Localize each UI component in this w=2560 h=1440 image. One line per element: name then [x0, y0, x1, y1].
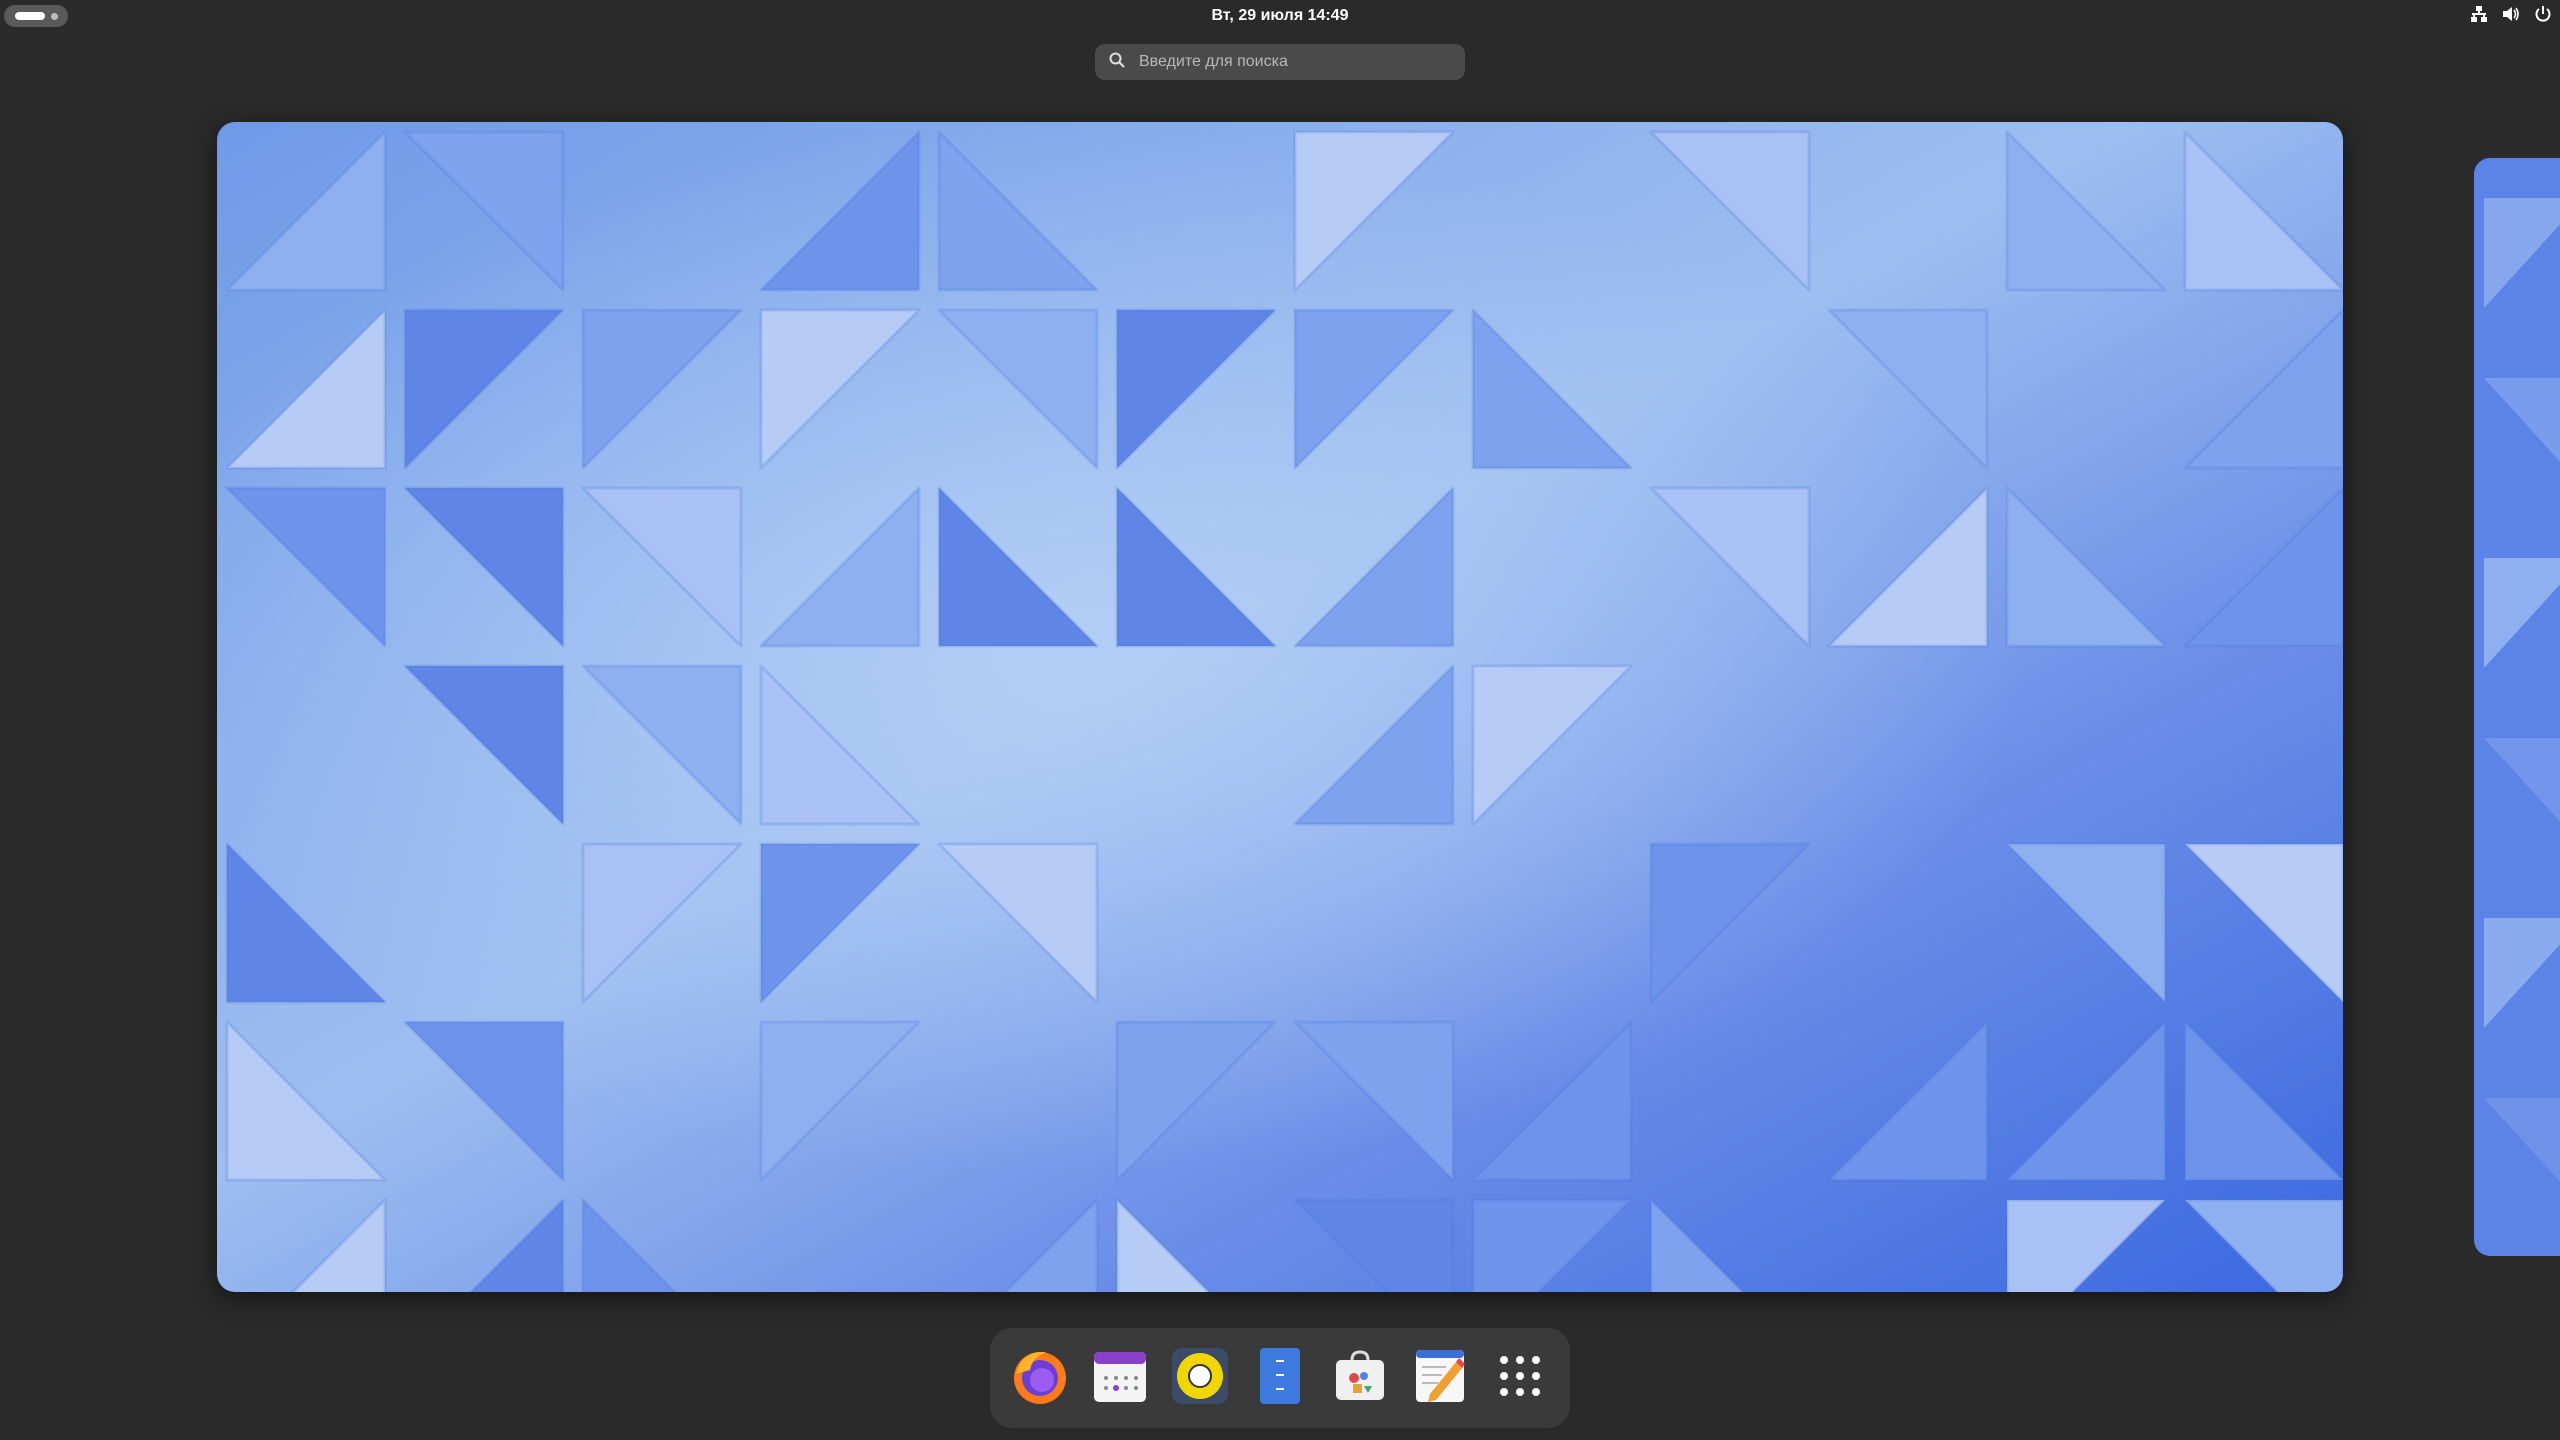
wallpaper: [217, 122, 2343, 1292]
firefox-icon: [1008, 1344, 1072, 1412]
clock[interactable]: Вт, 29 июля 14:49: [1180, 0, 1380, 32]
dash-item-text-editor[interactable]: [1407, 1345, 1473, 1411]
volume-icon[interactable]: [2502, 5, 2520, 27]
app-grid-icon: [1488, 1344, 1552, 1412]
dash-item-rhythmbox[interactable]: [1167, 1345, 1233, 1411]
top-bar: Вт, 29 июля 14:49: [0, 0, 2560, 32]
files-icon: [1248, 1344, 1312, 1412]
dash: [990, 1328, 1570, 1428]
system-tray[interactable]: [2470, 0, 2552, 32]
software-icon: [1328, 1344, 1392, 1412]
rhythmbox-icon: [1168, 1344, 1232, 1412]
search-bar[interactable]: [1095, 44, 1465, 80]
workspace-thumbnail[interactable]: [217, 122, 2343, 1292]
search-input[interactable]: [1137, 52, 1441, 72]
calendar-icon: [1088, 1344, 1152, 1412]
power-icon[interactable]: [2534, 5, 2552, 27]
activities-button[interactable]: [4, 5, 68, 27]
dash-item-app-grid[interactable]: [1487, 1345, 1553, 1411]
dash-item-files[interactable]: [1247, 1345, 1313, 1411]
search-icon: [1109, 52, 1125, 72]
wallpaper-peek: [2474, 158, 2560, 1256]
network-icon[interactable]: [2470, 5, 2488, 27]
workspace-indicator-active: [14, 12, 45, 20]
dash-item-firefox[interactable]: [1007, 1345, 1073, 1411]
workspace-indicator: [50, 12, 58, 20]
dash-item-software[interactable]: [1327, 1345, 1393, 1411]
dash-item-calendar[interactable]: [1087, 1345, 1153, 1411]
text-editor-icon: [1408, 1344, 1472, 1412]
next-workspace-thumbnail[interactable]: [2474, 158, 2560, 1256]
